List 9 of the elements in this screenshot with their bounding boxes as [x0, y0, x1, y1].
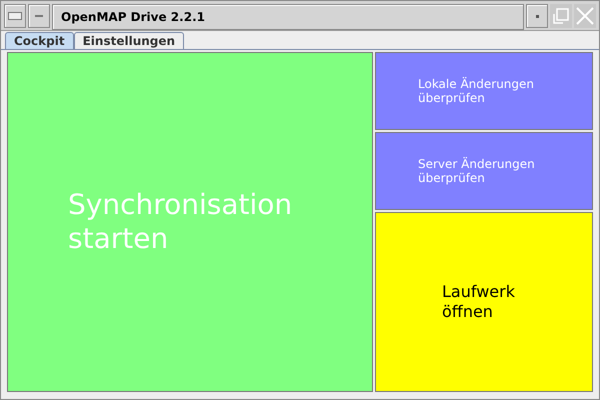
tab[interactable]: Einstellungen: [74, 32, 184, 49]
maximize-icon: [552, 7, 570, 25]
window-menu-button[interactable]: [4, 4, 26, 28]
tab[interactable]: Cockpit: [5, 32, 74, 49]
window-title: OpenMAP Drive 2.2.1: [52, 4, 524, 30]
minimize-button[interactable]: [28, 4, 50, 28]
close-icon: [576, 7, 594, 25]
open-drive-button[interactable]: Laufwerk öffnen: [375, 212, 593, 392]
shade-button[interactable]: [526, 4, 548, 28]
